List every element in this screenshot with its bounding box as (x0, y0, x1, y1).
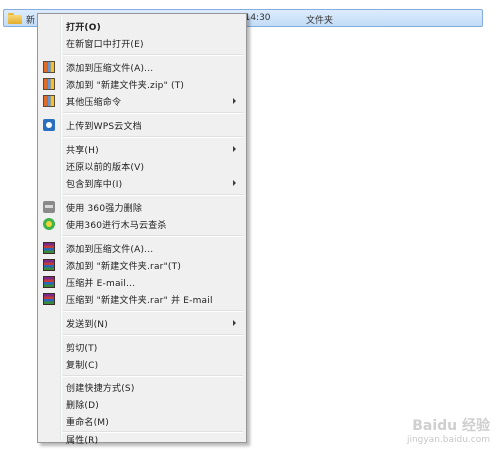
watermark: Baidu 经验 jingyan.baidu.com (407, 415, 490, 445)
menu-item-360-trojan-scan[interactable]: 使用360进行木马云查杀 (40, 216, 244, 232)
menu-item-label: 发送到(N) (66, 320, 108, 330)
winrar-icon (43, 293, 55, 305)
menu-item-label: 压缩到 "新建文件夹.rar" 并 E-mail (66, 296, 213, 306)
menu-item-label: 添加到 "新建文件夹.zip" (T) (66, 81, 185, 91)
winrar-icon (43, 242, 55, 254)
file-type: 文件夹 (306, 16, 334, 26)
menu-item-label: 剪切(T) (66, 344, 98, 354)
menu-item-send-to[interactable]: 发送到(N) (40, 315, 244, 331)
menu-item-label: 使用360进行木马云查杀 (66, 221, 167, 231)
menu-item-create-shortcut[interactable]: 创建快捷方式(S) (40, 379, 244, 395)
watermark-brand: Baidu 经验 (412, 418, 490, 434)
zip-archive-icon (43, 61, 55, 73)
menu-item-open-new-window[interactable]: 在新窗口中打开(E) (40, 35, 244, 51)
menu-item-include-in-library[interactable]: 包含到库中(I) (40, 175, 244, 191)
file-name: 新 (26, 16, 36, 26)
watermark-url: jingyan.baidu.com (406, 435, 490, 445)
menu-item-label: 复制(C) (66, 361, 99, 371)
menu-item-label: 上传到WPS云文档 (66, 122, 142, 132)
360-antivirus-icon (43, 218, 55, 230)
menu-separator (63, 375, 243, 377)
menu-separator (63, 194, 243, 196)
menu-separator (63, 54, 243, 56)
menu-item-label: 共享(H) (66, 146, 99, 156)
menu-item-label: 还原以前的版本(V) (66, 163, 145, 173)
menu-item-label: 包含到库中(I) (66, 180, 123, 190)
menu-item-label: 使用 360强力删除 (66, 204, 143, 214)
submenu-arrow-icon (233, 320, 236, 326)
menu-separator (63, 235, 243, 237)
360-shredder-icon (43, 201, 55, 213)
menu-item-copy[interactable]: 复制(C) (40, 356, 244, 372)
menu-item-label: 打开(O) (66, 23, 101, 33)
menu-item-restore-previous[interactable]: 还原以前的版本(V) (40, 158, 244, 174)
context-menu: 打开(O) 在新窗口中打开(E) 添加到压缩文件(A)... 添加到 "新建文件… (37, 13, 247, 446)
menu-item-label: 添加到压缩文件(A)... (66, 64, 154, 74)
menu-separator (63, 334, 243, 336)
menu-item-share[interactable]: 共享(H) (40, 141, 244, 157)
menu-separator (63, 112, 243, 114)
menu-item-label: 重命名(M) (66, 418, 109, 428)
menu-item-cut[interactable]: 剪切(T) (40, 339, 244, 355)
menu-item-360-force-delete[interactable]: 使用 360强力删除 (40, 199, 244, 215)
menu-item-other-compress[interactable]: 其他压缩命令 (40, 93, 244, 109)
menu-item-label: 其他压缩命令 (66, 98, 122, 108)
folder-icon (8, 13, 22, 24)
menu-item-add-to-archive-zip[interactable]: 添加到压缩文件(A)... (40, 59, 244, 75)
zip-archive-icon (43, 78, 55, 90)
submenu-arrow-icon (233, 146, 236, 152)
menu-item-add-to-archive-rar[interactable]: 添加到压缩文件(A)... (40, 240, 244, 256)
menu-item-compress-email[interactable]: 压缩并 E-mail... (40, 274, 244, 290)
menu-item-label: 删除(D) (66, 401, 99, 411)
menu-item-label: 属性(R) (66, 436, 99, 446)
menu-item-add-to-zip[interactable]: 添加到 "新建文件夹.zip" (T) (40, 76, 244, 92)
menu-item-add-to-rar[interactable]: 添加到 "新建文件夹.rar"(T) (40, 257, 244, 273)
winrar-icon (43, 276, 55, 288)
menu-item-delete[interactable]: 删除(D) (40, 396, 244, 412)
menu-item-open[interactable]: 打开(O) (40, 18, 244, 34)
menu-item-label: 添加到 "新建文件夹.rar"(T) (66, 262, 182, 272)
submenu-arrow-icon (233, 98, 236, 104)
column-header-strip (0, 0, 500, 4)
submenu-arrow-icon (233, 180, 236, 186)
menu-item-label: 添加到压缩文件(A)... (66, 245, 154, 255)
menu-item-label: 压缩并 E-mail... (66, 279, 136, 289)
menu-item-compress-rar-email[interactable]: 压缩到 "新建文件夹.rar" 并 E-mail (40, 291, 244, 307)
menu-separator (63, 310, 243, 312)
menu-separator (63, 136, 243, 138)
menu-item-properties[interactable]: 属性(R) (40, 434, 244, 446)
menu-item-upload-wps[interactable]: 上传到WPS云文档 (40, 117, 244, 133)
menu-item-rename[interactable]: 重命名(M) (40, 413, 244, 429)
zip-archive-icon (43, 95, 55, 107)
wps-cloud-icon (43, 119, 55, 131)
winrar-icon (43, 259, 55, 271)
menu-item-label: 创建快捷方式(S) (66, 384, 135, 394)
menu-item-label: 在新窗口中打开(E) (66, 40, 144, 50)
